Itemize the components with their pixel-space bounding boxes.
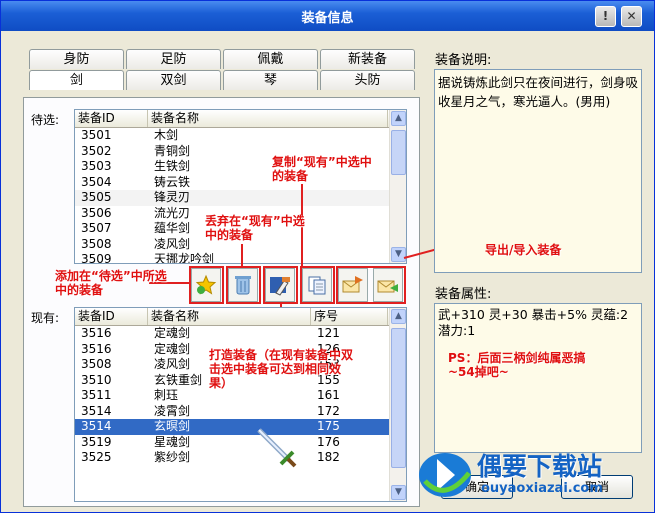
annotation-copy: 复制“现有”中选中的装备: [272, 155, 372, 183]
description-label: 装备说明:: [435, 53, 492, 68]
watermark-url: ouyaoxiazai.com: [481, 481, 603, 496]
list-item[interactable]: 3501 木剑: [75, 128, 406, 144]
waiting-list-header: 装备ID 装备名称: [75, 110, 406, 128]
watermark-name: 偶要下载站: [477, 452, 603, 481]
highlight-forge: [263, 266, 298, 304]
window-title: 装备信息: [301, 11, 354, 26]
current-scrollbar[interactable]: ▲ ▼: [389, 308, 406, 501]
annotation-discard: 丢弃在“现有”中选中的装备: [205, 214, 305, 242]
highlight-copy: [300, 266, 335, 304]
scroll-thumb[interactable]: [391, 130, 406, 175]
tab-zither[interactable]: 琴: [223, 70, 318, 90]
annotation-forge: 打造装备（在现有装备中双击选中装备可达到相同效果）: [209, 348, 354, 390]
current-list[interactable]: 装备ID 装备名称 序号 3516 定魂剑 121 3516 定魂剑 126 3508 凌…: [74, 307, 407, 502]
download-site-logo-icon: [419, 453, 471, 497]
sword-cursor-icon: [257, 428, 297, 468]
table-row-selected[interactable]: 3514 玄暝剑 175: [75, 419, 406, 435]
table-row[interactable]: 3516 定魂剑 121: [75, 326, 406, 342]
tab-new-equipment[interactable]: 新装备: [320, 49, 415, 69]
highlight-discard: [226, 266, 261, 304]
current-label: 现有:: [31, 311, 60, 325]
annotation-add: 添加在“待选”中所选中的装备: [55, 269, 167, 297]
attributes-label: 装备属性:: [435, 287, 492, 302]
waiting-label: 待选:: [31, 113, 60, 127]
table-row[interactable]: 3519 星魂剑 176: [75, 435, 406, 451]
callout-line-discard: [241, 244, 243, 266]
tab-accessory[interactable]: 佩戴: [223, 49, 318, 69]
tab-foot-armor[interactable]: 足防: [126, 49, 221, 69]
table-row[interactable]: 3514 凌霄剑 172: [75, 404, 406, 420]
scroll-up-icon[interactable]: ▲: [391, 309, 406, 324]
scroll-down-icon[interactable]: ▼: [391, 485, 406, 500]
tab-dual-sword[interactable]: 双剑: [126, 70, 221, 90]
equipment-window: 装备信息 ! ✕ 身防 足防 佩戴 新装备 剑 双剑 琴 头防 待选: 装备ID…: [0, 0, 655, 513]
table-row[interactable]: 3525 紫纱剑 182: [75, 450, 406, 466]
scroll-up-icon[interactable]: ▲: [391, 111, 406, 126]
column-header-index[interactable]: 序号: [311, 308, 388, 325]
annotation-ps: PS：后面三柄剑纯属恶搞~54掉吧~: [448, 351, 586, 379]
tab-row-top: 身防 足防 佩戴 新装备: [29, 49, 417, 69]
waiting-scrollbar[interactable]: ▲ ▼: [389, 110, 406, 263]
title-bar: 装备信息 ! ✕: [1, 1, 654, 31]
tab-body-armor[interactable]: 身防: [29, 49, 124, 69]
highlight-export: [336, 266, 406, 304]
scroll-thumb[interactable]: [391, 328, 406, 468]
column-header-id[interactable]: 装备ID: [75, 110, 148, 127]
watermark: 偶要下载站 ouyaoxiazai.com: [415, 441, 645, 511]
help-button[interactable]: !: [595, 6, 616, 27]
column-header-name[interactable]: 装备名称: [148, 308, 311, 325]
list-item[interactable]: 3505 锋灵刃: [75, 190, 406, 206]
annotation-export: 导出/导入装备: [485, 243, 562, 257]
close-button[interactable]: ✕: [621, 6, 642, 27]
column-header-name[interactable]: 装备名称: [148, 110, 388, 127]
scroll-down-icon[interactable]: ▼: [391, 247, 406, 262]
table-row[interactable]: 3511 刺珏 161: [75, 388, 406, 404]
column-header-id[interactable]: 装备ID: [75, 308, 148, 325]
tab-sword[interactable]: 剑: [29, 70, 124, 90]
current-list-header: 装备ID 装备名称 序号: [75, 308, 406, 326]
tab-row-bottom: 剑 双剑 琴 头防: [29, 70, 417, 90]
highlight-add: [189, 266, 224, 304]
tab-head-armor[interactable]: 头防: [320, 70, 415, 90]
